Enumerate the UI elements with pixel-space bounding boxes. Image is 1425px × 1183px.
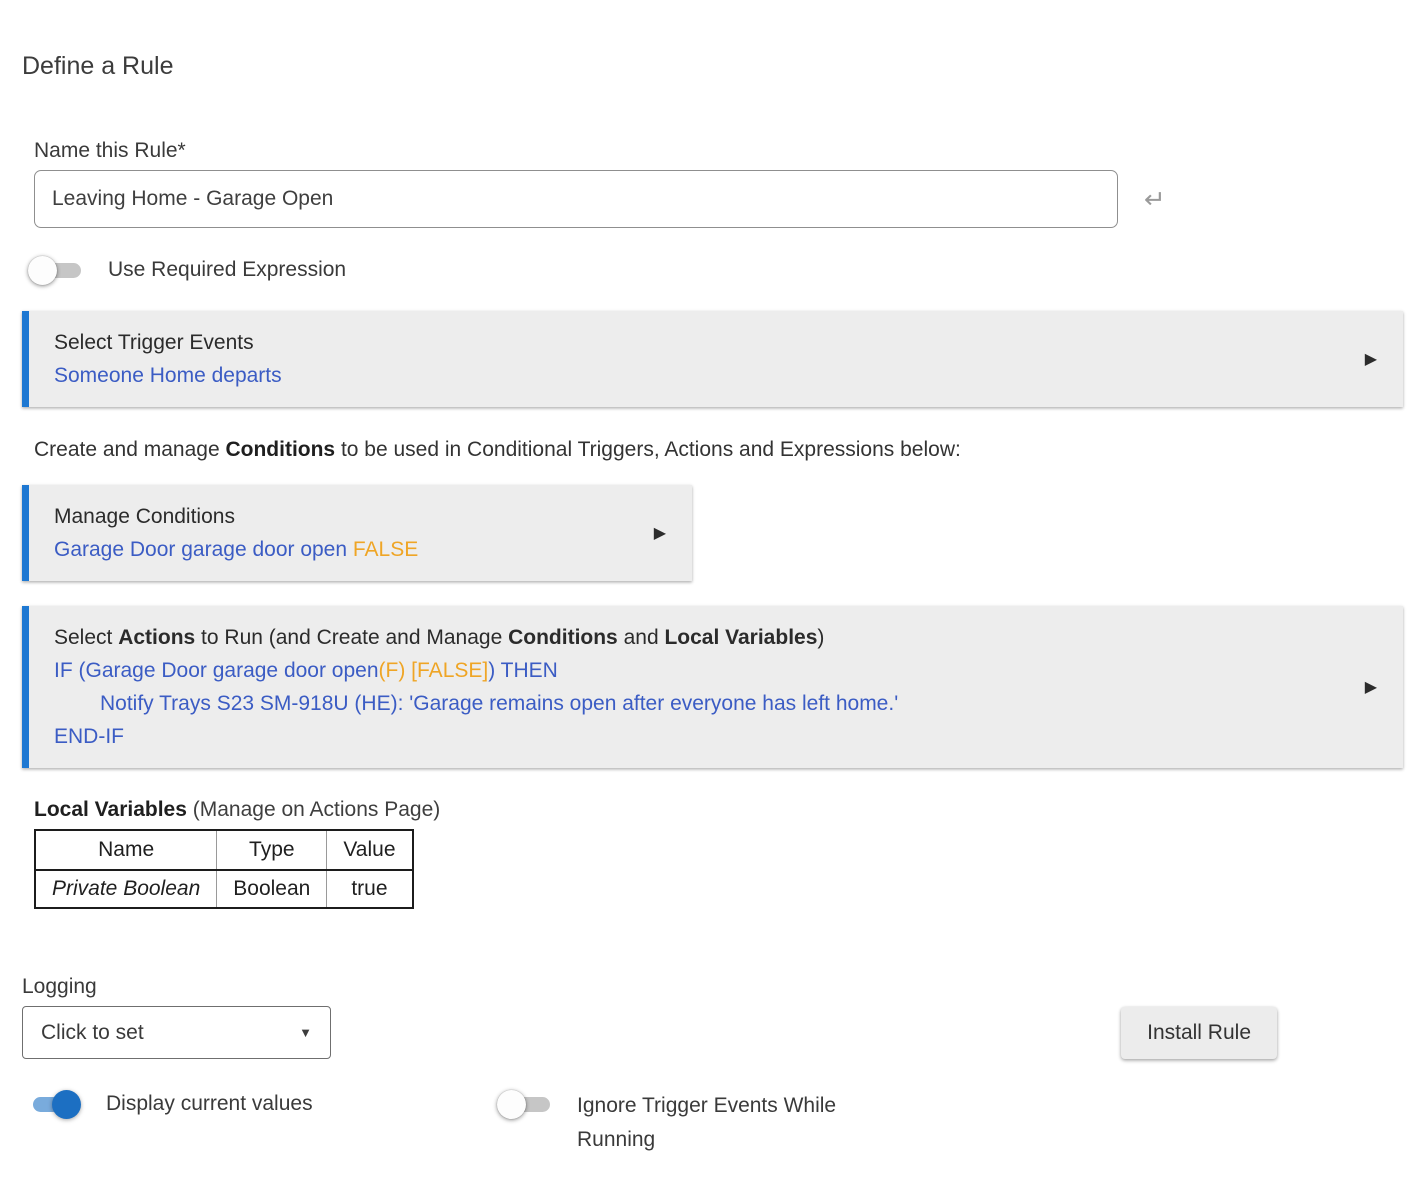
trigger-panel-title: Select Trigger Events [54,326,1333,359]
conditions-panel-link[interactable]: Garage Door garage door open FALSE [54,533,622,566]
local-variables-table: Name Type Value Private Boolean Boolean … [34,829,414,909]
condition-state-text: FALSE [353,538,418,561]
rule-name-row: ↵ [34,170,1403,228]
required-expression-toggle[interactable] [28,255,84,285]
ignore-triggers-group: Ignore Trigger Events While Running [497,1089,877,1157]
variable-value-cell: true [327,870,413,908]
logging-select[interactable]: Click to set ▼ [22,1006,331,1059]
expand-arrow-icon[interactable]: ▶ [654,523,666,543]
display-values-group: Display current values [26,1089,497,1119]
toggle-knob [52,1090,81,1119]
condition-text: Garage Door garage door open [54,538,353,561]
page-title: Define a Rule [22,0,1403,81]
rule-name-input[interactable] [34,170,1118,228]
actions-title-text: ) [817,626,824,649]
select-trigger-events-panel[interactable]: Select Trigger Events Someone Home depar… [22,311,1403,407]
rule-name-label: Name this Rule* [34,139,1403,163]
chevron-down-icon: ▼ [299,1025,312,1040]
column-header-value: Value [327,830,413,870]
if-text: ) THEN [488,659,558,682]
required-expression-row: Use Required Expression [28,255,1403,285]
actions-if-line[interactable]: IF (Garage Door garage door open(F) [FAL… [54,654,1333,687]
note-text-bold: Conditions [225,438,335,461]
actions-title-bold: Local Variables [664,626,817,649]
actions-panel-title: Select Actions to Run (and Create and Ma… [54,621,1333,654]
toggle-knob [28,256,57,285]
actions-title-text: Select [54,626,118,649]
define-rule-page: Define a Rule Name this Rule* ↵ Use Requ… [0,0,1425,1157]
expand-arrow-icon[interactable]: ▶ [1365,677,1377,697]
display-current-values-label: Display current values [106,1092,313,1116]
logging-label: Logging [22,975,1403,999]
logging-row: Click to set ▼ Install Rule [22,1006,1277,1059]
toggle-knob [497,1090,526,1119]
required-expression-label: Use Required Expression [108,258,346,282]
note-text: Create and manage [34,438,225,461]
column-header-name: Name [35,830,217,870]
trigger-panel-link[interactable]: Someone Home departs [54,359,1333,392]
actions-title-bold: Conditions [508,626,618,649]
actions-notify-line[interactable]: Notify Trays S23 SM-918U (HE): 'Garage r… [54,687,1333,720]
variable-type-cell: Boolean [217,870,327,908]
if-text: IF (Garage Door garage door open [54,659,379,682]
bottom-toggles-row: Display current values Ignore Trigger Ev… [26,1089,1403,1157]
actions-endif-line[interactable]: END-IF [54,720,1333,753]
column-header-type: Type [217,830,327,870]
logging-select-value: Click to set [41,1021,144,1045]
table-row: Private Boolean Boolean true [35,870,413,908]
actions-title-text: and [618,626,665,649]
conditions-panel-title: Manage Conditions [54,500,622,533]
select-actions-panel[interactable]: Select Actions to Run (and Create and Ma… [22,606,1403,768]
actions-title-text: to Run (and Create and Manage [195,626,508,649]
local-variables-title: Local Variables [34,798,187,821]
expand-arrow-icon[interactable]: ▶ [1365,349,1377,369]
ignore-trigger-events-label: Ignore Trigger Events While Running [577,1089,877,1157]
manage-conditions-panel[interactable]: Manage Conditions Garage Door garage doo… [22,485,692,581]
local-variables-subtitle: (Manage on Actions Page) [187,798,440,821]
display-current-values-toggle[interactable] [26,1089,82,1119]
conditions-note: Create and manage Conditions to be used … [34,438,1403,462]
table-header-row: Name Type Value [35,830,413,870]
return-key-icon: ↵ [1144,187,1166,212]
note-text: to be used in Conditional Triggers, Acti… [335,438,961,461]
install-rule-button[interactable]: Install Rule [1121,1007,1277,1059]
actions-title-bold: Actions [118,626,195,649]
variable-name-cell: Private Boolean [35,870,217,908]
local-variables-heading: Local Variables (Manage on Actions Page) [34,798,1403,822]
ignore-trigger-events-toggle[interactable] [497,1089,553,1119]
if-condition-state: (F) [FALSE] [379,659,489,682]
